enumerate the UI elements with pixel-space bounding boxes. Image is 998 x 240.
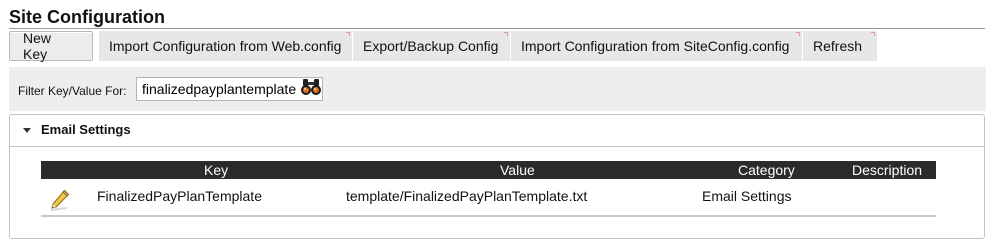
toolbar: New Key Import Configuration from Web.co… bbox=[9, 30, 878, 62]
page-title: Site Configuration bbox=[9, 7, 165, 27]
row-category: Email Settings bbox=[702, 188, 792, 204]
config-table: Key Value Category Description Finalized… bbox=[41, 161, 936, 217]
import-webconfig-button[interactable]: Import Configuration from Web.config bbox=[99, 31, 353, 61]
column-header-key[interactable]: Key bbox=[204, 161, 228, 179]
pencil-icon[interactable] bbox=[47, 188, 71, 212]
table-row: FinalizedPayPlanTemplate template/Finali… bbox=[41, 179, 936, 217]
column-header-value[interactable]: Value bbox=[500, 161, 535, 179]
refresh-button[interactable]: Refresh bbox=[803, 31, 878, 61]
import-siteconfig-button[interactable]: Import Configuration from SiteConfig.con… bbox=[511, 31, 803, 61]
binoculars-icon[interactable] bbox=[300, 78, 322, 96]
filter-input[interactable] bbox=[136, 77, 323, 101]
filter-label: Filter Key/Value For: bbox=[18, 84, 127, 98]
new-key-button[interactable]: New Key bbox=[9, 30, 93, 62]
row-value: template/FinalizedPayPlanTemplate.txt bbox=[346, 188, 588, 204]
email-settings-panel: Email Settings Key Value Category Descri… bbox=[9, 114, 985, 239]
filter-bar: Filter Key/Value For: bbox=[9, 67, 986, 111]
table-header: Key Value Category Description bbox=[41, 161, 936, 179]
column-header-description[interactable]: Description bbox=[852, 161, 922, 179]
row-key: FinalizedPayPlanTemplate bbox=[97, 188, 262, 204]
export-backup-button[interactable]: Export/Backup Config bbox=[353, 31, 511, 61]
title-divider bbox=[9, 28, 985, 29]
caret-down-icon[interactable] bbox=[23, 128, 31, 133]
column-header-category[interactable]: Category bbox=[738, 161, 795, 179]
panel-header[interactable]: Email Settings bbox=[10, 115, 984, 147]
panel-title: Email Settings bbox=[41, 122, 131, 137]
